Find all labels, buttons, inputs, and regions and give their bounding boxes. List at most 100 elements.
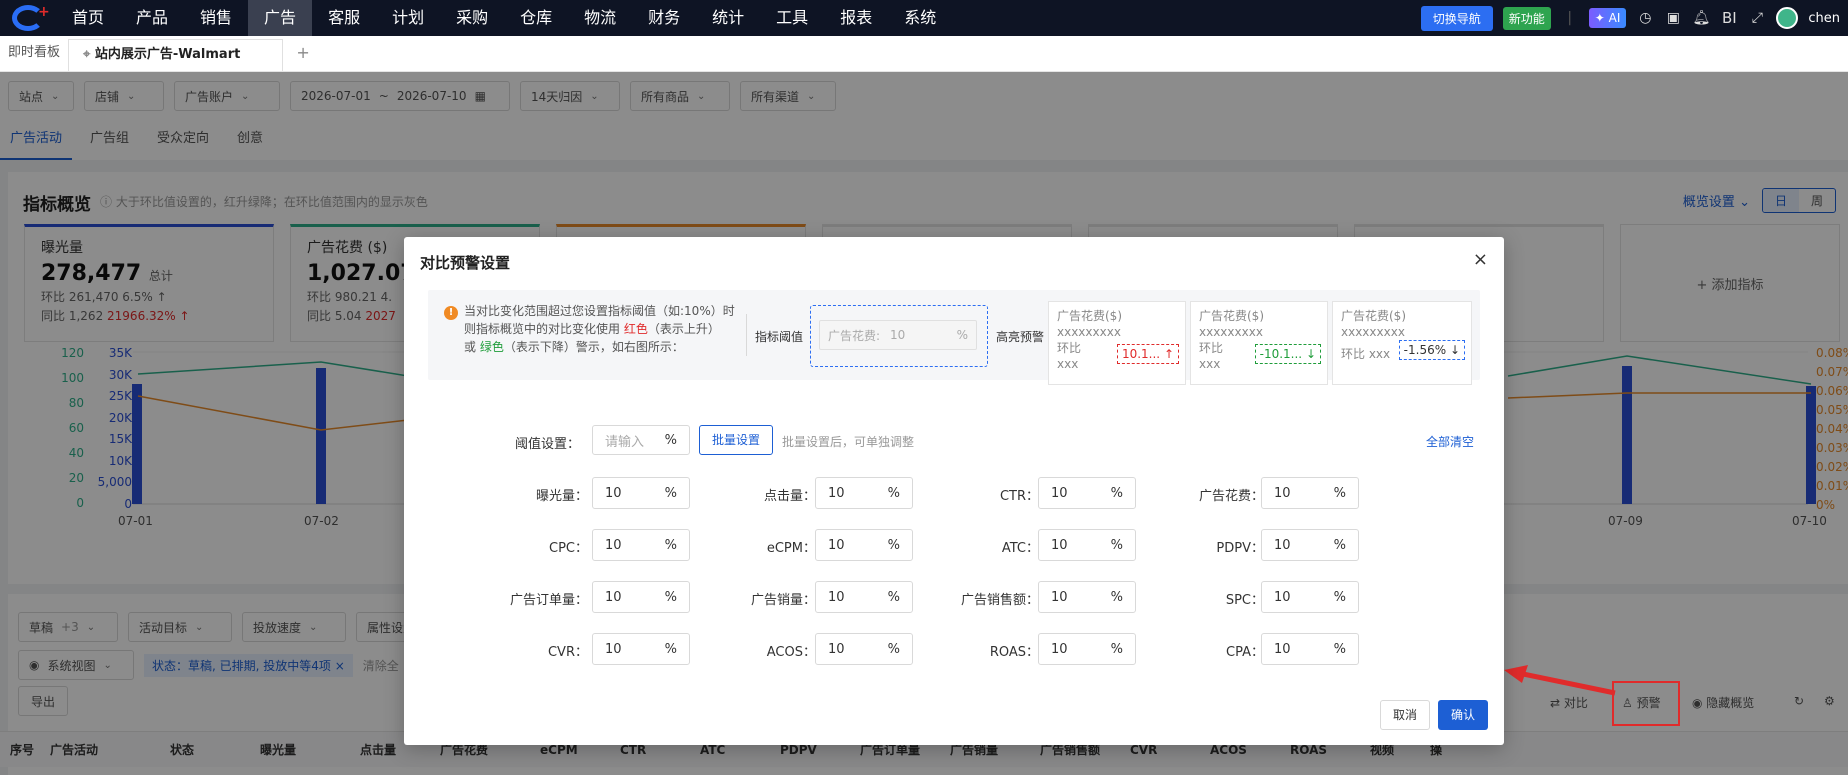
percent-suffix: % xyxy=(664,589,677,605)
threshold-input[interactable]: 10% xyxy=(1261,581,1359,613)
example-value: 10 xyxy=(890,328,906,342)
fullscreen-icon[interactable]: ⤢ xyxy=(1748,10,1766,26)
threshold-input[interactable]: 10% xyxy=(1261,529,1359,561)
pin-icon: ⌖ xyxy=(83,47,95,62)
notice-line2b: （表示上升） xyxy=(647,322,720,336)
close-icon[interactable]: × xyxy=(1473,249,1488,270)
percent-suffix: % xyxy=(1110,641,1123,657)
new-feature-button[interactable]: 新功能 xyxy=(1502,6,1551,30)
preview-badge-down: -10.1... ↓ xyxy=(1254,344,1321,364)
nav-item[interactable]: 报表 xyxy=(824,0,888,36)
alert-settings-dialog: 对比预警设置 × ! 当对比变化范围超过您设置指标阈值（如:10%）时 则指标概… xyxy=(404,237,1504,745)
annotation-highlight-box xyxy=(1612,681,1680,726)
highlight-example-label: 高亮预警 xyxy=(996,330,1045,344)
preview-card-neutral: 广告花费($) xxxxxxxxx 环比 xxx -1.56% ↓ xyxy=(1332,301,1472,385)
dialog-title: 对比预警设置 xyxy=(420,254,511,272)
field-label: ACOS： xyxy=(766,645,816,660)
threshold-value: 10 xyxy=(605,485,622,501)
percent-suffix: % xyxy=(664,537,677,553)
threshold-input[interactable]: 10% xyxy=(1038,581,1136,613)
threshold-value: 10 xyxy=(1274,641,1291,657)
percent-suffix: % xyxy=(887,589,900,605)
field-label: 广告销量： xyxy=(750,593,816,608)
field-label: eCPM： xyxy=(766,541,816,556)
nav-item[interactable]: 工具 xyxy=(760,0,824,36)
threshold-input[interactable]: 10% xyxy=(592,581,690,613)
threshold-input[interactable]: 10% xyxy=(815,477,913,509)
confirm-button[interactable]: 确认 xyxy=(1438,700,1488,730)
nav-item[interactable]: 仓库 xyxy=(504,0,568,36)
threshold-input[interactable]: 10% xyxy=(1038,529,1136,561)
nav-item[interactable]: 销售 xyxy=(184,0,248,36)
threshold-input[interactable]: 10% xyxy=(1038,477,1136,509)
notice-line3a: 或 xyxy=(464,340,480,354)
threshold-example-input: 广告花费: 10 % xyxy=(819,320,977,350)
threshold-input[interactable]: 10% xyxy=(1261,477,1359,509)
bi-icon[interactable]: BI xyxy=(1720,9,1738,27)
switch-nav-button[interactable]: 切换导航 xyxy=(1420,5,1493,31)
tab-dashboard[interactable]: 即时看板 xyxy=(0,35,68,71)
tab-active-label: 站内展示广告-Walmart xyxy=(94,47,241,62)
field-label: CTR： xyxy=(999,489,1039,504)
threshold-input[interactable]: 10% xyxy=(592,477,690,509)
percent-suffix: % xyxy=(1333,589,1346,605)
nav-item[interactable]: 财务 xyxy=(632,0,696,36)
threshold-batch-input[interactable]: 请输入% xyxy=(592,425,690,455)
add-tab-button[interactable]: + xyxy=(283,35,323,71)
nav-item[interactable]: 广告 xyxy=(248,0,313,36)
field-label: 广告销售额： xyxy=(960,593,1039,608)
cancel-button[interactable]: 取消 xyxy=(1380,700,1430,730)
field-label: ROAS： xyxy=(989,645,1039,660)
percent-suffix: % xyxy=(1110,537,1123,553)
preview-value: xxxxxxxxx xyxy=(1057,325,1121,339)
avatar[interactable] xyxy=(1776,7,1799,29)
nav-item[interactable]: 采购 xyxy=(440,0,504,36)
divider xyxy=(746,314,747,356)
notice-line1: 当对比变化范围超过您设置指标阈值（如:10%）时 xyxy=(464,304,735,318)
nav-item[interactable]: 物流 xyxy=(568,0,632,36)
bell-icon[interactable]: 🔔︎ xyxy=(1692,10,1710,26)
threshold-input[interactable]: 10% xyxy=(592,529,690,561)
nav-item[interactable]: 客服 xyxy=(312,0,376,36)
nav-item[interactable]: 产品 xyxy=(120,0,184,36)
percent-suffix: % xyxy=(887,485,900,501)
field-label: 广告订单量： xyxy=(509,593,588,608)
preview-value: xxxxxxxxx xyxy=(1199,325,1263,339)
preview-name: 广告花费($) xyxy=(1199,309,1264,323)
notice-green: 绿色 xyxy=(479,340,504,354)
field-label: 广告花费： xyxy=(1198,489,1264,504)
threshold-value: 10 xyxy=(1051,589,1068,605)
threshold-value: 10 xyxy=(1274,485,1291,501)
threshold-value: 10 xyxy=(828,537,845,553)
clock-icon[interactable]: ◷ xyxy=(1636,10,1654,26)
nav-item[interactable]: 统计 xyxy=(696,0,760,36)
clear-all-link[interactable]: 全部清空 xyxy=(1426,433,1474,450)
username[interactable]: chen xyxy=(1808,11,1840,26)
threshold-input[interactable]: 10% xyxy=(815,529,913,561)
threshold-value: 10 xyxy=(605,641,622,657)
calendar-check-icon[interactable]: ▣ xyxy=(1664,10,1682,26)
nav-item[interactable]: 计划 xyxy=(376,0,440,36)
threshold-example-label: 指标阈值 xyxy=(755,330,804,344)
nav-item[interactable]: 首页 xyxy=(56,0,120,36)
percent-suffix: % xyxy=(1110,589,1123,605)
tab-active[interactable]: ⌖ 站内展示广告-Walmart xyxy=(68,39,284,71)
example-metric: 广告花费: xyxy=(828,328,881,343)
percent-suffix: % xyxy=(664,485,677,501)
notice-text: 当对比变化范围超过您设置指标阈值（如:10%）时 则指标概览中的对比变化使用 红… xyxy=(464,302,744,356)
batch-set-button[interactable]: 批量设置 xyxy=(699,425,773,455)
threshold-input[interactable]: 10% xyxy=(815,581,913,613)
nav-item[interactable]: 系统 xyxy=(888,0,952,36)
logo[interactable]: + xyxy=(0,0,56,36)
threshold-value: 10 xyxy=(1051,537,1068,553)
ai-button[interactable]: ✦ AI xyxy=(1588,8,1627,28)
threshold-input[interactable]: 10% xyxy=(1261,633,1359,665)
field-label: CVR： xyxy=(547,645,588,660)
field-label: SPC： xyxy=(1225,593,1264,608)
threshold-input[interactable]: 10% xyxy=(592,633,690,665)
threshold-input[interactable]: 10% xyxy=(1038,633,1136,665)
percent-suffix: % xyxy=(1333,485,1346,501)
threshold-input[interactable]: 10% xyxy=(815,633,913,665)
percent-suffix: % xyxy=(1333,537,1346,553)
preview-badge-text: -10.1... xyxy=(1259,347,1303,361)
